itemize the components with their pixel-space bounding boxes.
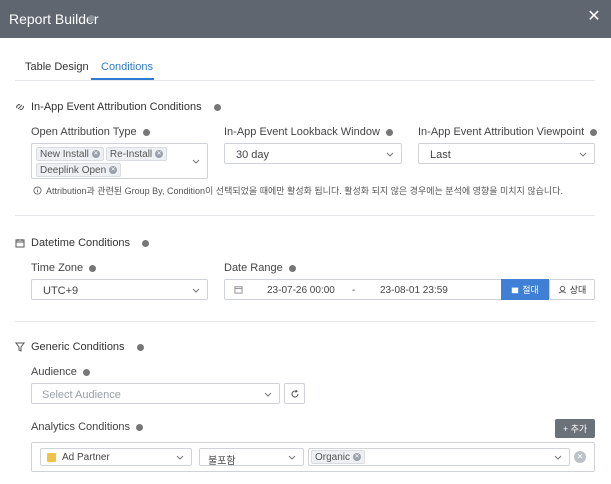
info-icon (136, 343, 144, 351)
section-divider (15, 215, 595, 216)
section-attribution-label: In-App Event Attribution Conditions (31, 101, 202, 113)
analytics-conditions-label: Analytics Conditions (31, 421, 144, 433)
user-clock-icon (558, 285, 567, 294)
section-divider (15, 321, 595, 322)
tab-table-design[interactable]: Table Design (25, 61, 89, 73)
date-end[interactable]: 23-08-01 23:59 (380, 285, 448, 296)
date-range-label: Date Range (224, 262, 296, 274)
chevron-down-icon (192, 159, 200, 164)
info-icon (288, 264, 296, 272)
analytics-conditions-text: Analytics Conditions (31, 421, 131, 433)
open-attribution-type-text: Open Attribution Type (31, 126, 137, 138)
info-icon (89, 264, 97, 272)
section-generic-label: Generic Conditions (31, 341, 125, 353)
info-icon (82, 368, 90, 376)
window-title: Report Builder (9, 11, 99, 27)
absolute-date-label: 절대 (522, 285, 539, 295)
link-icon (16, 104, 24, 110)
tag-label: Organic (315, 451, 351, 463)
chevron-down-icon (554, 455, 562, 460)
condition-operator-select[interactable]: 불포함 (199, 448, 304, 467)
tag-label: Deeplink Open (40, 164, 107, 176)
add-condition-label: + 추가 (562, 424, 588, 434)
relative-date-button[interactable]: 상대 (549, 279, 595, 300)
info-icon (142, 128, 150, 136)
lookback-window-label: In-App Event Lookback Window (224, 126, 393, 138)
title-info-icon (88, 15, 95, 22)
info-icon (385, 128, 393, 136)
attribution-hint: Attribution과 관련된 Group By, Condition이 선택… (33, 184, 563, 197)
tab-bar: Table Design Conditions (15, 52, 595, 81)
date-separator: - (352, 285, 356, 296)
timezone-value: UTC+9 (43, 285, 79, 297)
calendar-clock-icon (15, 239, 25, 248)
chevron-down-icon (579, 152, 587, 157)
tag-new-install: New Install ✕ (36, 147, 104, 161)
attribution-hint-text: Attribution과 관련된 Group By, Condition이 선택… (46, 186, 563, 196)
chevron-down-icon (264, 392, 272, 397)
tag-label: Re-Install (109, 148, 153, 160)
tag-organic: Organic ✕ (311, 450, 366, 464)
timezone-select[interactable]: UTC+9 (31, 279, 208, 300)
calendar-icon (512, 287, 519, 293)
info-icon (590, 128, 598, 136)
info-icon (142, 239, 150, 247)
info-icon (213, 103, 221, 111)
date-start[interactable]: 23-07-26 00:00 (267, 285, 335, 296)
tag-deeplink-open: Deeplink Open ✕ (36, 163, 122, 177)
date-range-text: Date Range (224, 262, 283, 274)
active-tab-indicator (91, 78, 154, 80)
condition-field-value: Ad Partner (62, 452, 110, 463)
audience-select[interactable]: Select Audience (31, 383, 280, 404)
section-generic-title: Generic Conditions (15, 341, 144, 353)
close-icon[interactable]: ✕ (585, 8, 603, 26)
open-attribution-type-select[interactable]: New Install ✕ Re-Install ✕ Deeplink Open ✕ (31, 143, 208, 179)
info-icon (136, 423, 144, 431)
chevron-down-icon (288, 455, 296, 460)
calendar-icon (234, 286, 243, 294)
refresh-icon (291, 389, 298, 397)
add-condition-button[interactable]: + 추가 (555, 419, 595, 438)
tag-re-install: Re-Install ✕ (105, 147, 168, 161)
condition-values-select[interactable]: Organic ✕ (308, 448, 570, 466)
attribution-viewpoint-value: Last (430, 149, 451, 161)
remove-tag-icon[interactable]: ✕ (109, 166, 118, 174)
timezone-text: Time Zone (31, 262, 84, 274)
absolute-date-button[interactable]: 절대 (501, 279, 549, 300)
section-attribution-title: In-App Event Attribution Conditions (15, 101, 221, 113)
lookback-window-value: 30 day (236, 149, 270, 161)
condition-field-select[interactable]: Ad Partner (40, 448, 192, 466)
timezone-label: Time Zone (31, 262, 97, 274)
section-datetime-title: Datetime Conditions (15, 237, 150, 249)
open-attribution-tags: New Install ✕ Re-Install ✕ Deeplink Open ✕ (36, 145, 186, 177)
tag-label: New Install (40, 148, 89, 160)
relative-date-label: 상대 (569, 285, 587, 295)
tab-conditions[interactable]: Conditions (101, 61, 153, 73)
chevron-down-icon (386, 152, 394, 157)
chevron-down-icon (176, 455, 184, 460)
condition-operator-value: 불포함 (208, 456, 236, 467)
info-circle-icon (33, 186, 42, 195)
remove-tag-icon[interactable]: ✕ (91, 150, 100, 158)
open-attribution-type-label: Open Attribution Type (31, 126, 150, 138)
section-datetime-label: Datetime Conditions (31, 237, 131, 249)
lookback-window-select[interactable]: 30 day (224, 143, 402, 164)
attribution-viewpoint-label: In-App Event Attribution Viewpoint (418, 126, 598, 138)
audience-text: Audience (31, 366, 77, 378)
filter-icon (15, 342, 25, 352)
attribution-viewpoint-text: In-App Event Attribution Viewpoint (418, 126, 585, 138)
remove-condition-icon[interactable]: ✕ (574, 451, 586, 463)
condition-row: Ad Partner 불포함 Organic ✕ ✕ (31, 442, 595, 472)
lookback-window-text: In-App Event Lookback Window (224, 126, 380, 138)
audience-label: Audience (31, 366, 90, 378)
refresh-button[interactable] (284, 383, 305, 404)
remove-tag-icon[interactable]: ✕ (155, 150, 164, 158)
attribution-viewpoint-select[interactable]: Last (418, 143, 595, 164)
audience-placeholder: Select Audience (42, 389, 121, 401)
field-type-icon (47, 453, 56, 462)
title-bar: Report Builder ✕ (0, 0, 611, 38)
remove-tag-icon[interactable]: ✕ (353, 453, 362, 461)
chevron-down-icon (192, 288, 200, 293)
